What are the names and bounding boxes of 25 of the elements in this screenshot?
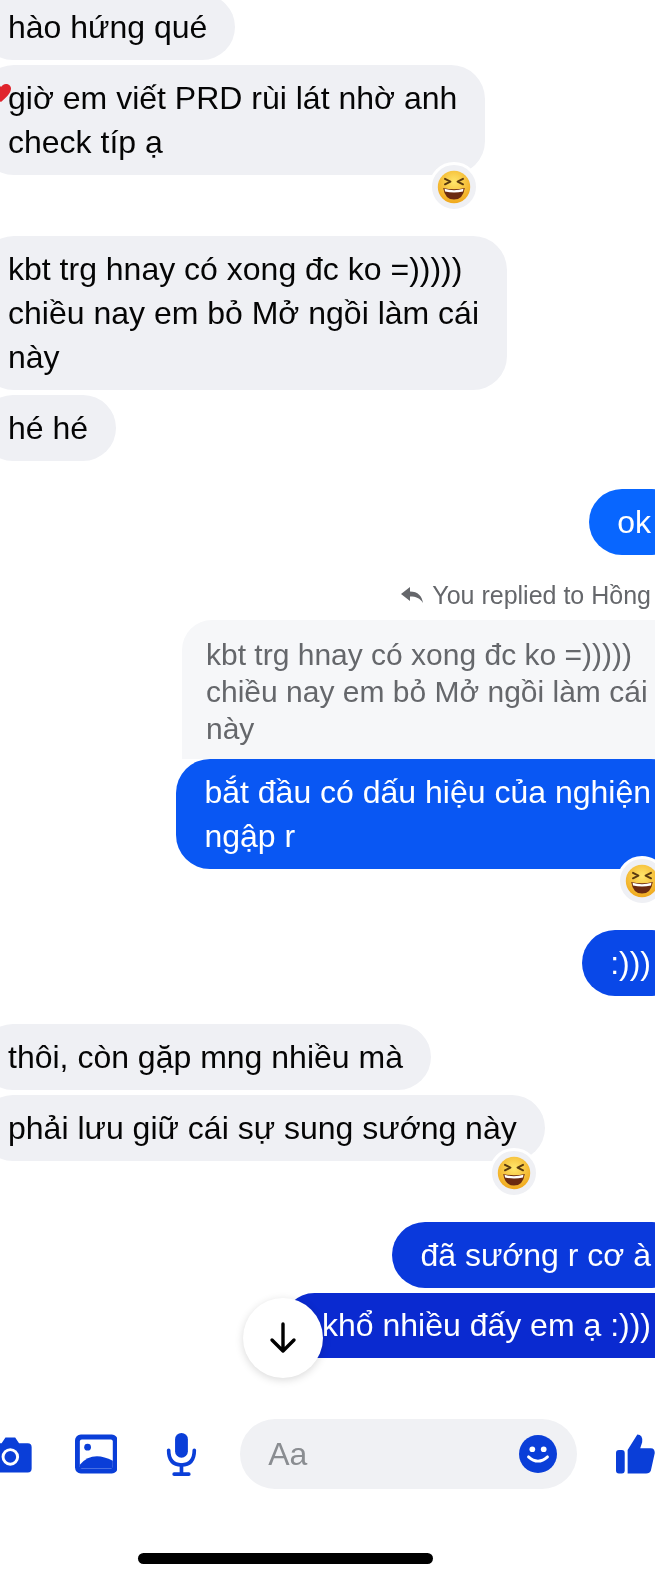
thumbs-up-icon[interactable] (616, 1432, 655, 1476)
arrow-down-icon (268, 1321, 298, 1355)
reply-icon (400, 585, 425, 605)
reply-label: You replied to Hồng (432, 580, 651, 610)
message-text: bắt đầu có dấu hiệu của nghiện ngập r (204, 774, 651, 854)
camera-icon[interactable] (0, 1435, 32, 1473)
laughing-face-icon (495, 1155, 532, 1191)
image-icon[interactable] (74, 1434, 118, 1474)
scroll-down-button[interactable] (243, 1298, 323, 1378)
message-text: thôi, còn gặp mng nhiều mà (8, 1039, 403, 1075)
message-text: :))) (610, 945, 651, 981)
microphone-icon[interactable] (165, 1431, 199, 1477)
message-text: ok (617, 504, 651, 540)
message-text: giờ em viết PRD rùi lát nhờ anh check típ ạ (8, 80, 458, 160)
message-input[interactable]: Aa (240, 1419, 578, 1489)
message-text: đã sướng r cơ à (420, 1237, 651, 1273)
laughing-face-icon (436, 169, 473, 205)
message-text: phải lưu giữ cái sự sung sướng này (8, 1110, 517, 1146)
message-text: hé hé (8, 410, 89, 446)
message-text: hào hứng qué (8, 9, 208, 45)
laughing-face-icon (624, 863, 655, 899)
message-text: kbt trg hnay có xong đc ko =))))) chiều nay em bỏ Mở ngồi làm cái này (8, 251, 479, 375)
quoted-text: kbt trg hnay có xong đc ko =))))) chiều nay em bỏ Mở ngồi làm cái này (206, 638, 648, 745)
message-text: khổ nhiều đấy em ạ :))) (321, 1307, 651, 1343)
emoji-icon[interactable] (519, 1435, 558, 1473)
